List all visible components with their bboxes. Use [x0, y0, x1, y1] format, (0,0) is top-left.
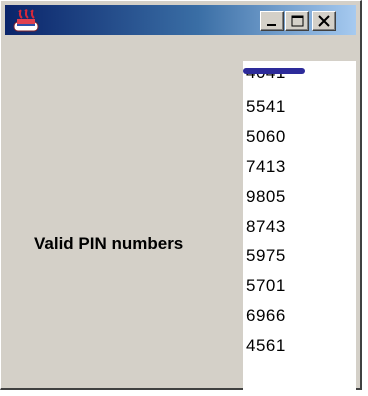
maximize-button[interactable]: [285, 11, 309, 31]
list-item[interactable]: 5975: [246, 246, 286, 266]
java-cup-icon[interactable]: [13, 8, 41, 32]
pin-list[interactable]: 4041 5541 5060 7413 9805 8743 5975 5701 …: [243, 61, 356, 390]
list-item[interactable]: 5060: [246, 127, 286, 147]
close-icon: [318, 15, 330, 27]
list-item[interactable]: 9805: [246, 187, 286, 207]
app-window: Valid PIN numbers 4041 5541 5060 7413 98…: [0, 0, 362, 390]
scroll-thumb[interactable]: [243, 68, 305, 74]
maximize-icon: [291, 15, 304, 27]
list-item[interactable]: 8743: [246, 217, 286, 237]
list-item[interactable]: 6966: [246, 306, 286, 326]
pin-list-label: Valid PIN numbers: [34, 234, 184, 253]
title-bar[interactable]: [5, 5, 356, 35]
list-item[interactable]: 7413: [246, 157, 286, 177]
minimize-button[interactable]: [260, 11, 284, 31]
list-item[interactable]: 4561: [246, 336, 286, 356]
list-item[interactable]: 5541: [246, 97, 286, 117]
content-panel: Valid PIN numbers 4041 5541 5060 7413 98…: [5, 35, 356, 390]
minimize-icon: [267, 24, 276, 26]
list-item[interactable]: 5701: [246, 276, 286, 296]
close-button[interactable]: [312, 11, 336, 31]
